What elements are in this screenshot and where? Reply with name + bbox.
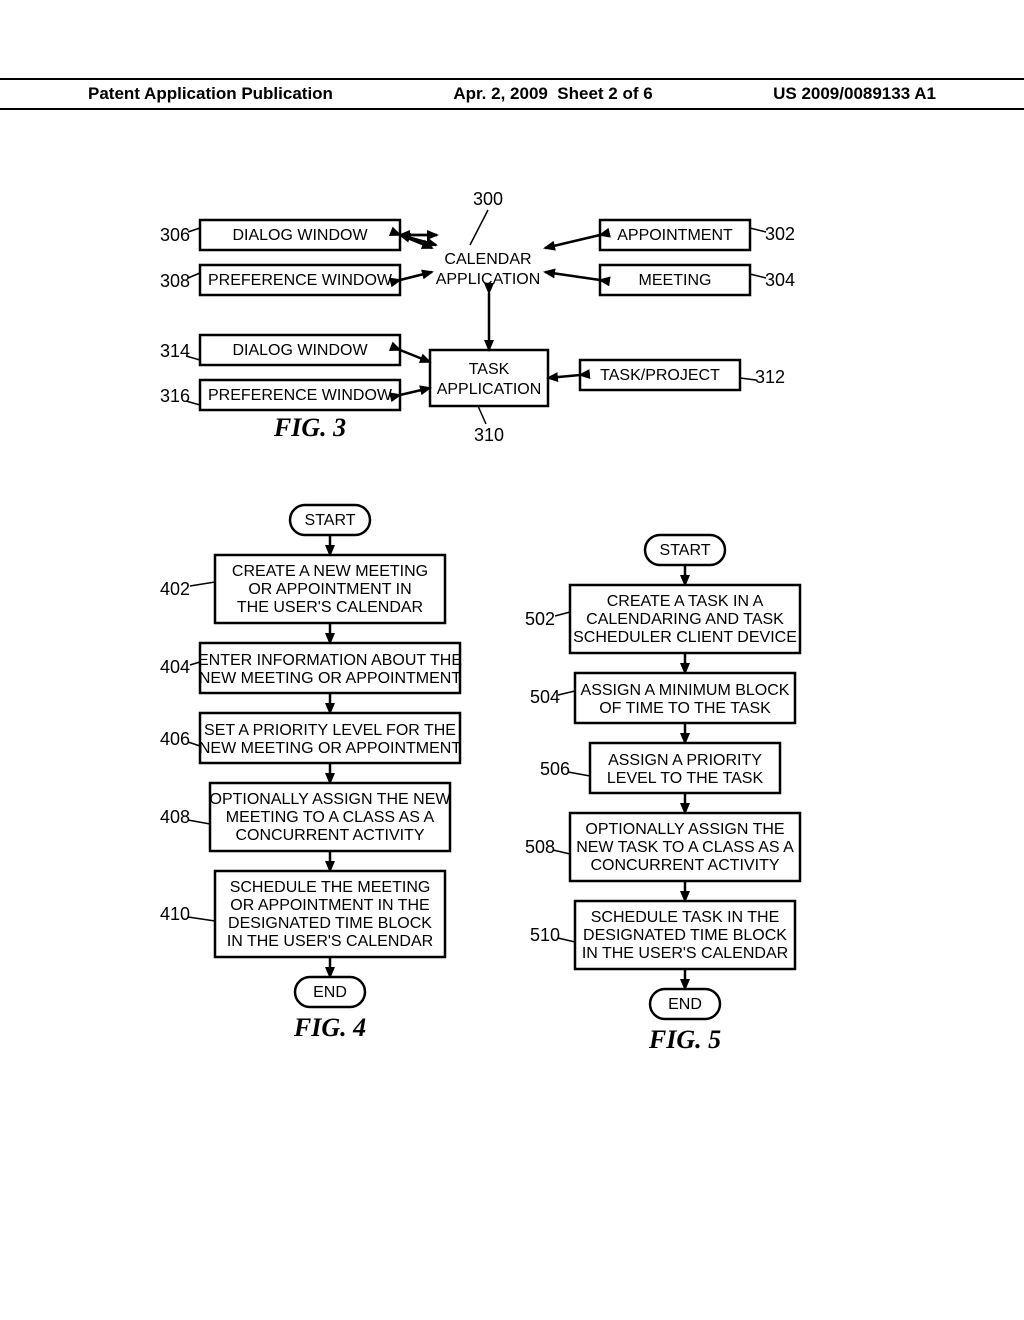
- calendar-app-line1: CALENDAR: [444, 251, 531, 268]
- preference-window-2: PREFERENCE WINDOW: [208, 387, 393, 404]
- ref-300: 300: [473, 189, 503, 209]
- fig4-end: END: [313, 984, 347, 1001]
- ref-302: 302: [765, 224, 795, 244]
- header-right: US 2009/0089133 A1: [773, 84, 936, 104]
- fig4-402-l3: THE USER'S CALENDAR: [237, 599, 423, 616]
- fig4-402-l2: OR APPOINTMENT IN: [248, 581, 411, 598]
- fig5-508-l3: CONCURRENT ACTIVITY: [590, 857, 779, 874]
- task-app-line2: APPLICATION: [437, 381, 542, 398]
- fig4-408-l1: OPTIONALLY ASSIGN THE NEW: [210, 791, 452, 808]
- ref-404: 404: [160, 657, 190, 677]
- ref-510: 510: [530, 925, 560, 945]
- ref-308: 308: [160, 271, 190, 291]
- fig4-410-l1: SCHEDULE THE MEETING: [230, 879, 431, 896]
- fig4-408-l3: CONCURRENT ACTIVITY: [235, 827, 424, 844]
- fig5-502-l1: CREATE A TASK IN A: [607, 593, 764, 610]
- patent-page: Patent Application Publication Apr. 2, 2…: [0, 0, 1024, 1320]
- fig4-410-l4: IN THE USER'S CALENDAR: [227, 933, 433, 950]
- fig4-404-l2: NEW MEETING OR APPOINTMENT: [199, 670, 461, 687]
- fig3-caption: FIG. 3: [273, 413, 346, 442]
- fig5-508-l2: NEW TASK TO A CLASS AS A: [576, 839, 794, 856]
- fig4-410-l3: DESIGNATED TIME BLOCK: [228, 915, 432, 932]
- ref-314: 314: [160, 341, 190, 361]
- ref-304: 304: [765, 270, 795, 290]
- appointment: APPOINTMENT: [617, 227, 733, 244]
- fig5-end: END: [668, 996, 702, 1013]
- ref-312: 312: [755, 367, 785, 387]
- fig5-506-l2: LEVEL TO THE TASK: [607, 770, 764, 787]
- fig5-510-l3: IN THE USER'S CALENDAR: [582, 945, 788, 962]
- task-project: TASK/PROJECT: [600, 367, 720, 384]
- fig5-502-l2: CALENDARING AND TASK: [586, 611, 784, 628]
- ref-508: 508: [525, 837, 555, 857]
- ref-402: 402: [160, 579, 190, 599]
- fig5-506-l1: ASSIGN A PRIORITY: [608, 752, 762, 769]
- fig4-406-l1: SET A PRIORITY LEVEL FOR THE: [204, 722, 456, 739]
- fig5-510-l1: SCHEDULE TASK IN THE: [591, 909, 780, 926]
- fig4-408-l2: MEETING TO A CLASS AS A: [226, 809, 435, 826]
- fig5-504-l1: ASSIGN A MINIMUM BLOCK: [581, 682, 790, 699]
- fig4-406-l2: NEW MEETING OR APPOINTMENT: [199, 740, 461, 757]
- ref-506: 506: [540, 759, 570, 779]
- dialog-window-1: DIALOG WINDOW: [232, 227, 368, 244]
- fig4: START CREATE A NEW MEETING OR APPOINTMEN…: [160, 505, 462, 1042]
- fig5-508-l1: OPTIONALLY ASSIGN THE: [585, 821, 784, 838]
- fig4-410-l2: OR APPOINTMENT IN THE: [230, 897, 429, 914]
- calendar-app-line2: APPLICATION: [436, 271, 541, 288]
- task-app-line1: TASK: [469, 361, 510, 378]
- ref-306: 306: [160, 225, 190, 245]
- page-header: Patent Application Publication Apr. 2, 2…: [0, 78, 1024, 110]
- ref-502: 502: [525, 609, 555, 629]
- header-left: Patent Application Publication: [88, 84, 333, 104]
- ref-316: 316: [160, 386, 190, 406]
- ref-504: 504: [530, 687, 560, 707]
- fig5: START CREATE A TASK IN A CALENDARING AND…: [525, 535, 800, 1054]
- fig4-start: START: [305, 512, 356, 529]
- fig5-caption: FIG. 5: [648, 1025, 721, 1054]
- ref-408: 408: [160, 807, 190, 827]
- fig5-502-l3: SCHEDULER CLIENT DEVICE: [573, 629, 797, 646]
- meeting: MEETING: [639, 272, 712, 289]
- fig5-start: START: [660, 542, 711, 559]
- fig4-402-l1: CREATE A NEW MEETING: [232, 563, 428, 580]
- preference-window-1: PREFERENCE WINDOW: [208, 272, 393, 289]
- fig5-510-l2: DESIGNATED TIME BLOCK: [583, 927, 787, 944]
- fig4-caption: FIG. 4: [293, 1013, 366, 1042]
- fig4-404-l1: ENTER INFORMATION ABOUT THE: [198, 652, 462, 669]
- ref-310: 310: [474, 425, 504, 445]
- ref-410: 410: [160, 904, 190, 924]
- fig5-504-l2: OF TIME TO THE TASK: [599, 700, 771, 717]
- dialog-window-2: DIALOG WINDOW: [232, 342, 368, 359]
- diagram-svg: CALENDAR APPLICATION TASK APPLICATION DI…: [0, 0, 1024, 1320]
- ref-406: 406: [160, 729, 190, 749]
- header-center: Apr. 2, 2009 Sheet 2 of 6: [453, 84, 652, 104]
- fig3: CALENDAR APPLICATION TASK APPLICATION DI…: [160, 189, 795, 445]
